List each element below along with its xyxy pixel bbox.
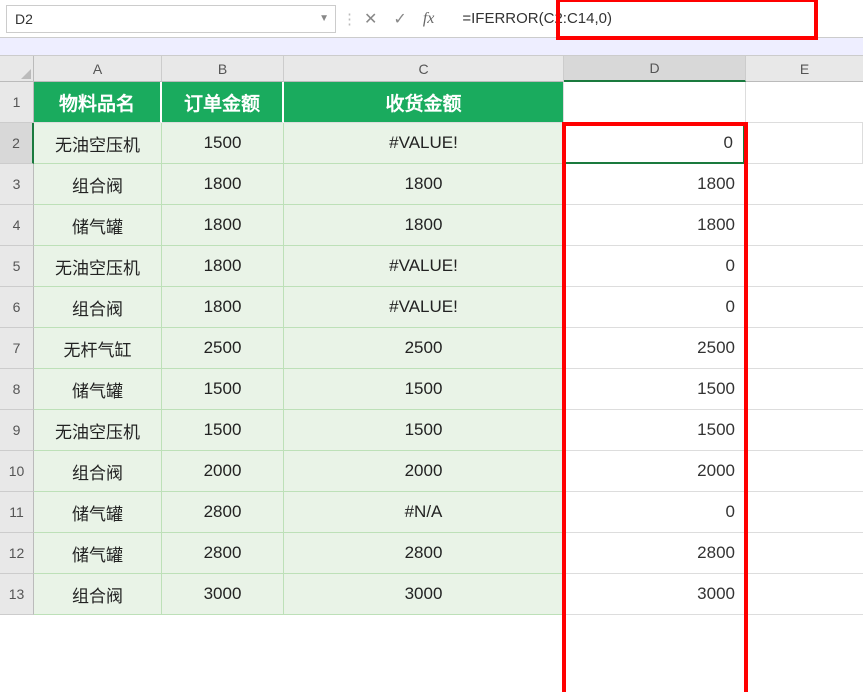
empty-cell[interactable] xyxy=(564,82,746,123)
table-cell-order-amount[interactable]: 3000 xyxy=(162,574,284,615)
table-cell-receive-amount[interactable]: 1800 xyxy=(284,164,564,205)
table-cell-name[interactable]: 组合阀 xyxy=(34,451,162,492)
col-header-c[interactable]: C xyxy=(284,56,564,82)
table-cell-receive-amount[interactable]: 1500 xyxy=(284,369,564,410)
empty-cell[interactable] xyxy=(746,246,863,287)
table-cell-name[interactable]: 无杆气缸 xyxy=(34,328,162,369)
table-cell-order-amount[interactable]: 1800 xyxy=(162,205,284,246)
table-cell-order-amount[interactable]: 1500 xyxy=(162,410,284,451)
empty-cell[interactable] xyxy=(746,451,863,492)
table-cell-order-amount[interactable]: 1800 xyxy=(162,287,284,328)
table-cell-name[interactable]: 储气罐 xyxy=(34,205,162,246)
table-header-cell[interactable]: 收货金额 xyxy=(284,82,564,123)
row-header-column: 12345678910111213 xyxy=(0,56,34,615)
table-cell-receive-amount[interactable]: #N/A xyxy=(284,492,564,533)
table-cell-name[interactable]: 无油空压机 xyxy=(34,123,162,164)
row-header[interactable]: 5 xyxy=(0,246,34,287)
result-cell[interactable]: 1800 xyxy=(564,205,746,246)
spreadsheet-grid: 12345678910111213 A B C D E 物料品名订单金额收货金额… xyxy=(0,56,863,615)
empty-cell[interactable] xyxy=(746,410,863,451)
col-header-e[interactable]: E xyxy=(746,56,863,82)
table-cell-order-amount[interactable]: 2800 xyxy=(162,492,284,533)
row-header[interactable]: 2 xyxy=(0,123,34,164)
result-cell[interactable]: 2000 xyxy=(564,451,746,492)
horizontal-ruler xyxy=(0,38,863,56)
table-cell-order-amount[interactable]: 1800 xyxy=(162,246,284,287)
row-header[interactable]: 13 xyxy=(0,574,34,615)
result-cell[interactable]: 2500 xyxy=(564,328,746,369)
result-cell[interactable]: 3000 xyxy=(564,574,746,615)
table-cell-receive-amount[interactable]: #VALUE! xyxy=(284,246,564,287)
result-cell[interactable]: 0 xyxy=(564,287,746,328)
table-cell-receive-amount[interactable]: 1800 xyxy=(284,205,564,246)
result-cell[interactable]: 1500 xyxy=(564,369,746,410)
empty-cell[interactable] xyxy=(746,533,863,574)
table-cell-order-amount[interactable]: 2800 xyxy=(162,533,284,574)
table-cell-receive-amount[interactable]: 1500 xyxy=(284,410,564,451)
row-header[interactable]: 9 xyxy=(0,410,34,451)
empty-cell[interactable] xyxy=(746,82,863,123)
table-cell-name[interactable]: 无油空压机 xyxy=(34,246,162,287)
result-cell[interactable]: 0 xyxy=(563,122,745,164)
row-header[interactable]: 12 xyxy=(0,533,34,574)
result-cell[interactable]: 2800 xyxy=(564,533,746,574)
result-cell[interactable]: 1500 xyxy=(564,410,746,451)
table-cell-name[interactable]: 组合阀 xyxy=(34,164,162,205)
table-cell-receive-amount[interactable]: #VALUE! xyxy=(284,123,564,164)
accept-formula-icon[interactable]: ✓ xyxy=(393,9,406,29)
table-cell-name[interactable]: 组合阀 xyxy=(34,287,162,328)
result-cell[interactable]: 0 xyxy=(564,492,746,533)
chevron-down-icon[interactable]: ▼ xyxy=(319,13,329,24)
fx-icon[interactable]: fx xyxy=(423,10,445,28)
row-header[interactable]: 7 xyxy=(0,328,34,369)
cancel-formula-icon[interactable]: ✕ xyxy=(364,9,377,29)
row-header[interactable]: 4 xyxy=(0,205,34,246)
table-cell-order-amount[interactable]: 2000 xyxy=(162,451,284,492)
result-cell[interactable]: 1800 xyxy=(564,164,746,205)
row-header[interactable]: 10 xyxy=(0,451,34,492)
name-box-value: D2 xyxy=(15,11,33,27)
table-cell-name[interactable]: 储气罐 xyxy=(34,492,162,533)
table-cell-order-amount[interactable]: 1500 xyxy=(162,123,284,164)
empty-cell[interactable] xyxy=(746,492,863,533)
table-cell-name[interactable]: 组合阀 xyxy=(34,574,162,615)
empty-cell[interactable] xyxy=(746,369,863,410)
table-cell-receive-amount[interactable]: 2500 xyxy=(284,328,564,369)
table-cell-receive-amount[interactable]: 3000 xyxy=(284,574,564,615)
row-header[interactable]: 8 xyxy=(0,369,34,410)
table-cell-name[interactable]: 储气罐 xyxy=(34,533,162,574)
table-header-cell[interactable]: 订单金额 xyxy=(162,82,284,123)
formula-text: =IFERROR(C2:C14,0) xyxy=(462,10,612,27)
table-cell-order-amount[interactable]: 2500 xyxy=(162,328,284,369)
table-cell-receive-amount[interactable]: 2800 xyxy=(284,533,564,574)
col-header-a[interactable]: A xyxy=(34,56,162,82)
row-header[interactable]: 11 xyxy=(0,492,34,533)
table-header-cell[interactable]: 物料品名 xyxy=(34,82,162,123)
col-header-b[interactable]: B xyxy=(162,56,284,82)
formula-controls: ✕ ✓ fx xyxy=(354,9,454,29)
result-cell[interactable]: 0 xyxy=(564,246,746,287)
empty-cell[interactable] xyxy=(745,123,863,164)
table-cell-order-amount[interactable]: 1500 xyxy=(162,369,284,410)
row-header[interactable]: 1 xyxy=(0,82,34,123)
table-cell-receive-amount[interactable]: #VALUE! xyxy=(284,287,564,328)
formula-input[interactable]: =IFERROR(C2:C14,0) xyxy=(454,5,863,33)
table-cell-order-amount[interactable]: 1800 xyxy=(162,164,284,205)
row-header[interactable]: 6 xyxy=(0,287,34,328)
row-header[interactable]: 3 xyxy=(0,164,34,205)
col-header-d[interactable]: D xyxy=(564,56,746,82)
table-cell-name[interactable]: 无油空压机 xyxy=(34,410,162,451)
empty-cell[interactable] xyxy=(746,205,863,246)
name-box[interactable]: D2 ▼ xyxy=(6,5,336,33)
table-cell-name[interactable]: 储气罐 xyxy=(34,369,162,410)
empty-cell[interactable] xyxy=(746,574,863,615)
table-cell-receive-amount[interactable]: 2000 xyxy=(284,451,564,492)
resize-handle-icon[interactable]: ⋮ xyxy=(342,10,354,28)
select-all-corner[interactable] xyxy=(0,56,34,82)
empty-cell[interactable] xyxy=(746,164,863,205)
column-header-row: A B C D E xyxy=(34,56,863,82)
empty-cell[interactable] xyxy=(746,287,863,328)
empty-cell[interactable] xyxy=(746,328,863,369)
formula-bar: D2 ▼ ⋮ ✕ ✓ fx =IFERROR(C2:C14,0) xyxy=(0,0,863,38)
